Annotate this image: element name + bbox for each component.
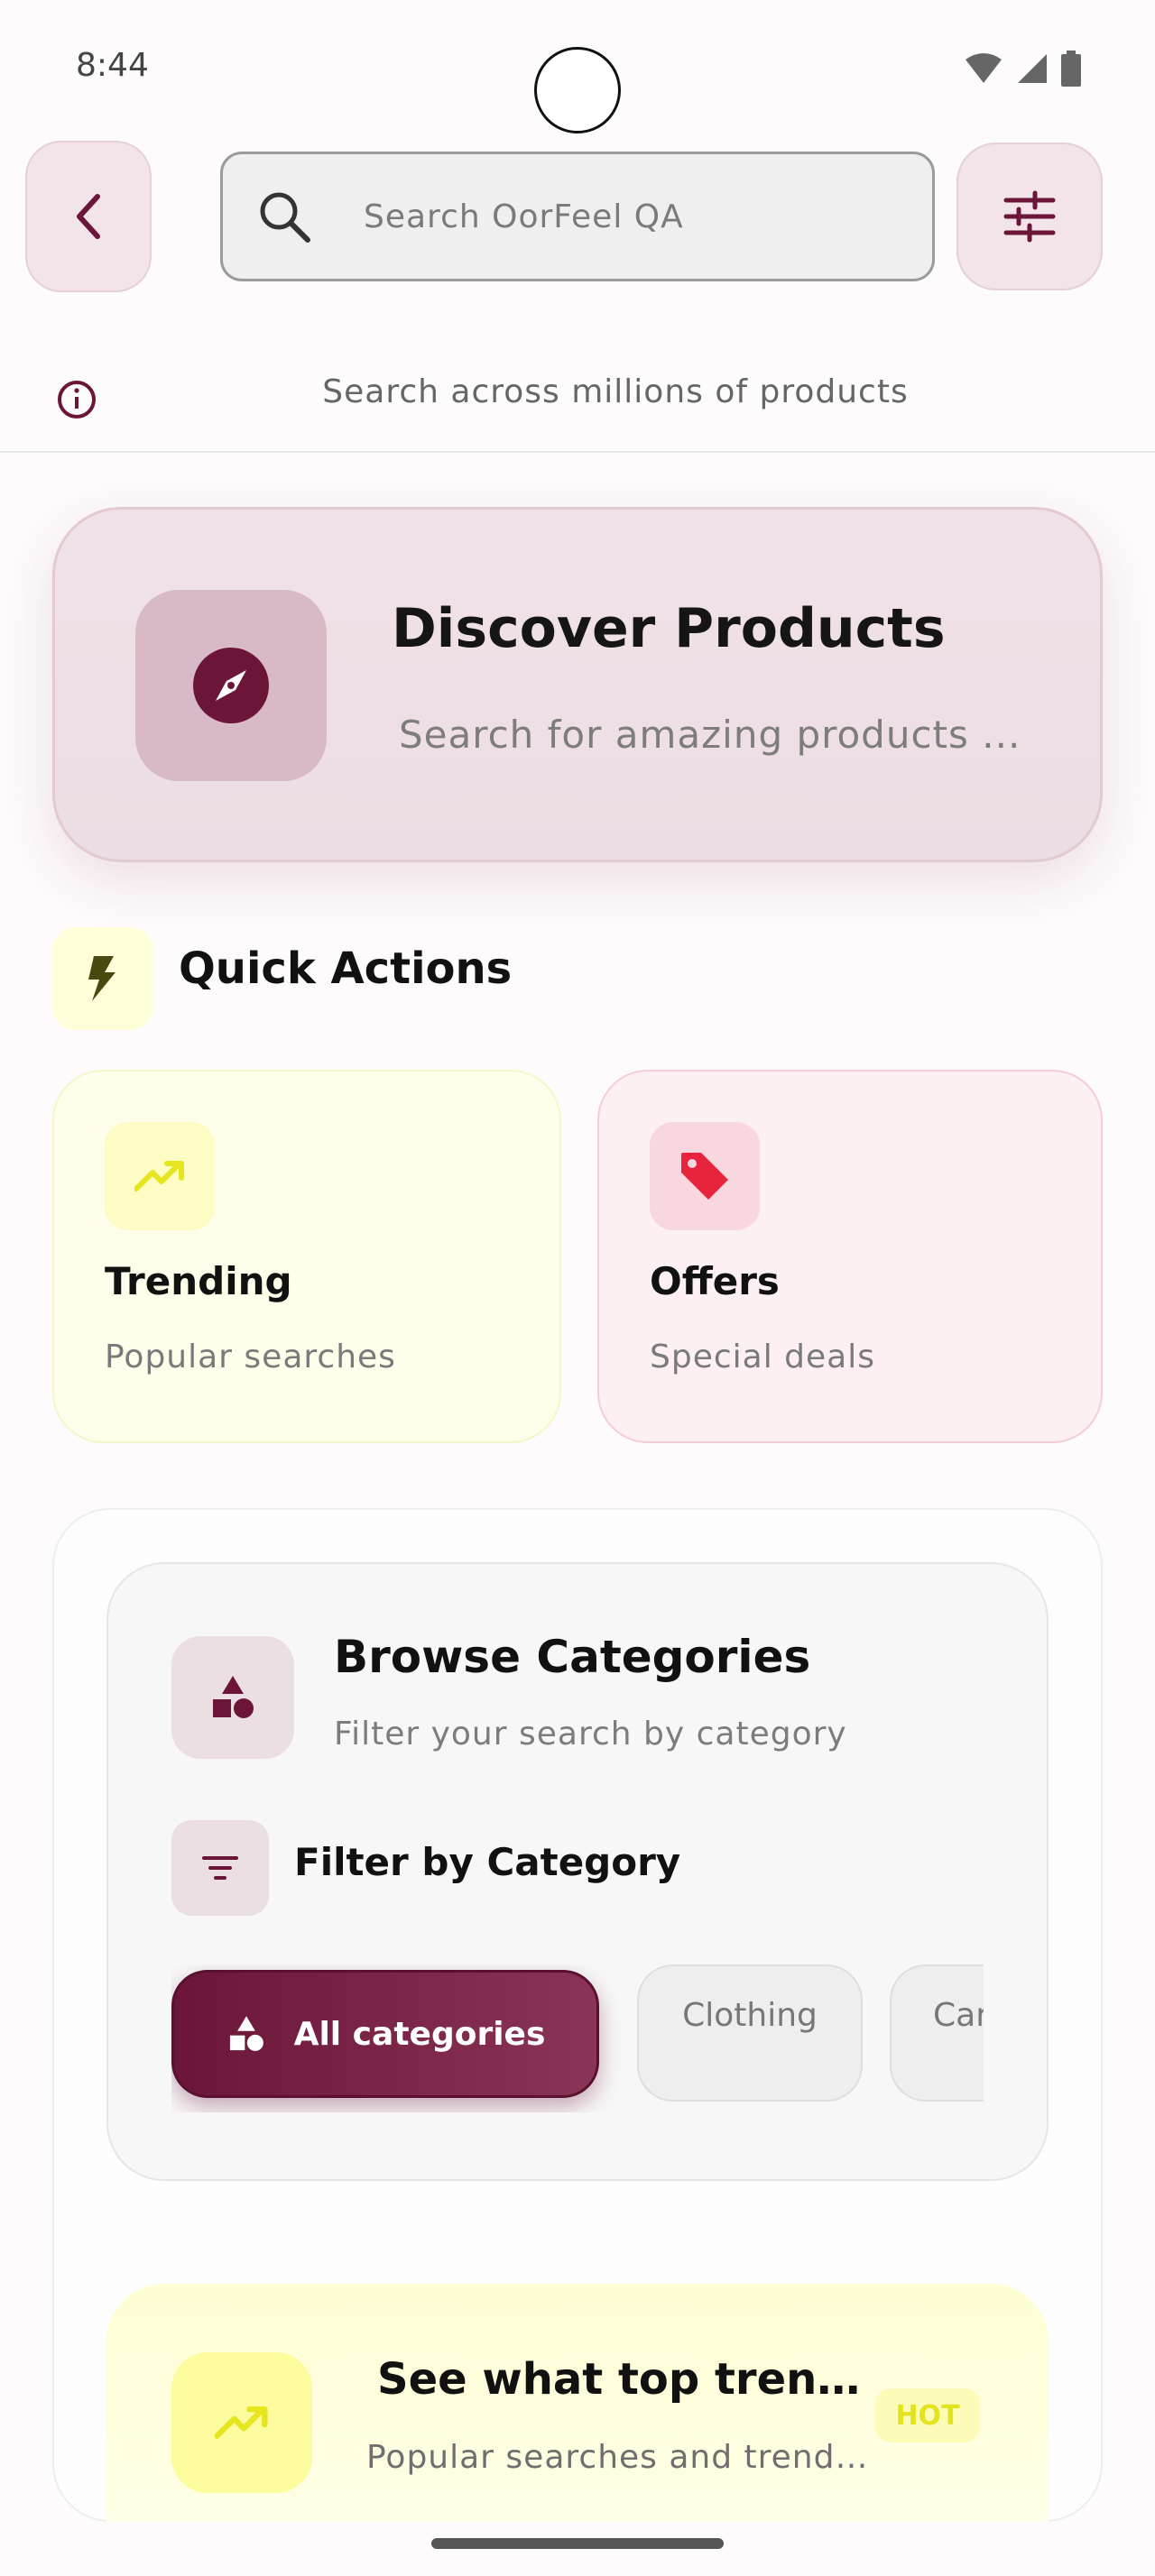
status-time: 8:44 [76, 47, 149, 84]
chip-car[interactable]: Car [890, 1964, 984, 2102]
trend-icon-container [105, 1122, 215, 1230]
quick-actions-icon-container [52, 927, 153, 1030]
shapes-icon [229, 2016, 263, 2051]
compass-icon [193, 648, 269, 723]
trending-up-icon [134, 1161, 184, 1191]
trending-up-icon [215, 2406, 268, 2439]
discover-icon-container [135, 590, 327, 781]
wifi-icon [966, 53, 1002, 83]
categories-icon-container [171, 1636, 294, 1759]
home-indicator[interactable] [431, 2538, 724, 2549]
offer-icon-container [650, 1122, 760, 1230]
shapes-icon [213, 1676, 254, 1718]
divider [0, 451, 1155, 453]
chip-label: Car [933, 1997, 984, 2034]
sliders-icon [1003, 190, 1056, 243]
bolt-icon [88, 956, 116, 1001]
back-button[interactable] [25, 141, 152, 292]
chip-label: Clothing [682, 1997, 818, 2034]
offers-title: Offers [650, 1259, 780, 1303]
search-input[interactable]: Search OorFeel QA [220, 152, 935, 281]
filter-icon-container [171, 1820, 269, 1916]
chip-clothing[interactable]: Clothing [637, 1964, 863, 2102]
signal-icon [1018, 54, 1047, 83]
trending-subtitle: Popular searches [105, 1339, 396, 1375]
browse-categories-title: Browse Categories [334, 1631, 811, 1683]
filter-lines-icon [202, 1856, 238, 1880]
banner-icon-container [171, 2352, 312, 2493]
chip-all-categories[interactable]: All categories [171, 1970, 599, 2098]
discover-subtitle: Search for amazing products ... [399, 713, 1021, 757]
banner-subtitle: Popular searches and trendi... [366, 2439, 872, 2476]
status-icons [964, 51, 1081, 87]
hot-badge: HOT [875, 2388, 980, 2443]
offers-subtitle: Special deals [650, 1339, 875, 1375]
filter-settings-button[interactable] [956, 143, 1103, 290]
trending-title: Trending [105, 1259, 292, 1303]
category-chip-row: All categories Clothing Car [171, 1964, 984, 2112]
tag-icon [681, 1153, 728, 1200]
chip-label: All categories [293, 2015, 546, 2053]
filter-by-category-title: Filter by Category [294, 1840, 681, 1884]
quick-actions-title: Quick Actions [179, 943, 513, 994]
info-text: Search across millions of products [322, 373, 909, 410]
camera-cutout [534, 47, 621, 133]
chevron-left-icon [77, 194, 100, 239]
browse-categories-subtitle: Filter your search by category [334, 1716, 847, 1753]
banner-title: See what top trendi... [377, 2354, 864, 2405]
search-placeholder: Search OorFeel QA [364, 198, 684, 235]
discover-title: Discover Products [392, 597, 946, 660]
battery-icon [1061, 51, 1081, 87]
search-icon [260, 192, 310, 243]
